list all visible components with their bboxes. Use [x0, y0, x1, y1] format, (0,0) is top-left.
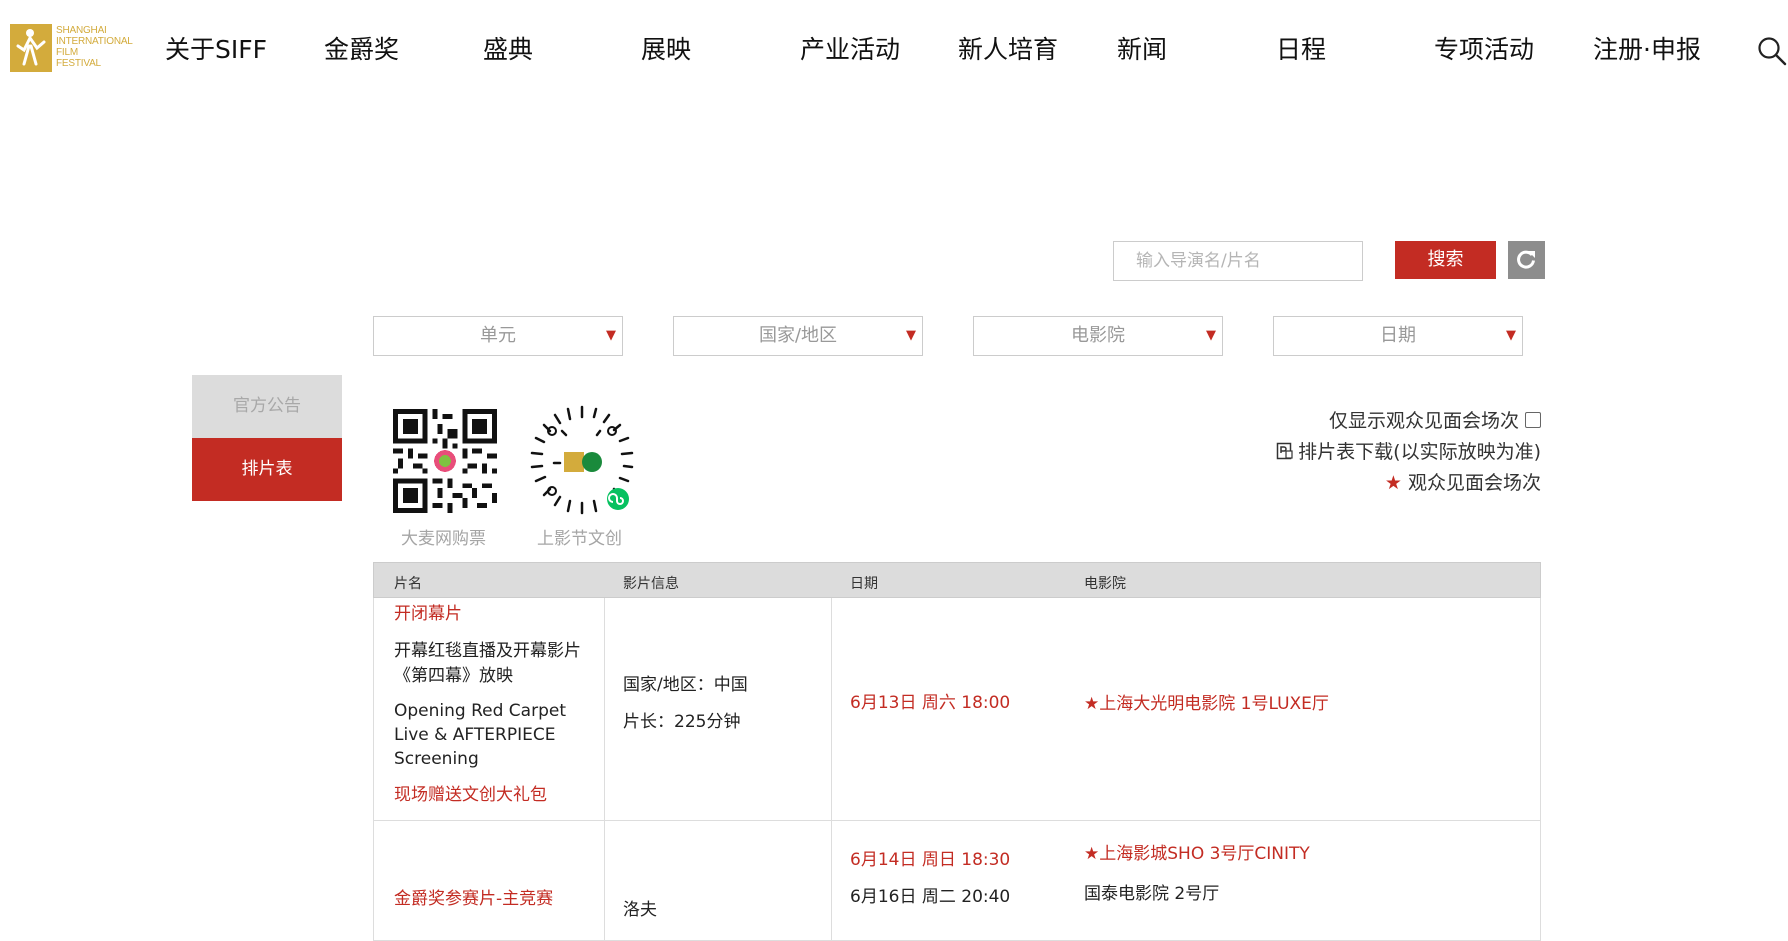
damai-qr-code	[393, 409, 497, 513]
download-schedule-link[interactable]: 排片表下载(以实际放映为准)	[1276, 437, 1541, 464]
filter-cinema[interactable]: 电影院 ▼	[973, 316, 1223, 356]
filter-country[interactable]: 国家/地区 ▼	[673, 316, 923, 356]
column-header-cinema: 电影院	[1084, 576, 1126, 592]
download-label: 排片表下载(以实际放映为准)	[1298, 441, 1541, 463]
search-icon[interactable]	[1757, 36, 1787, 66]
film-category[interactable]: 金爵奖参赛片-主竞赛	[394, 888, 553, 910]
star-icon: ★	[1384, 472, 1402, 494]
qr-label-damai: 大麦网购票	[401, 529, 486, 549]
filter-date-label: 日期	[1380, 325, 1416, 346]
logo-wordmark: SHANGHAI INTERNATIONAL FILM FESTIVAL	[56, 25, 133, 69]
top-navigation: SHANGHAI INTERNATIONAL FILM FESTIVAL 关于S…	[0, 0, 1788, 100]
filter-cinema-label: 电影院	[1071, 325, 1125, 346]
nav-item-screenings[interactable]: 展映	[641, 33, 691, 67]
filter-country-label: 国家/地区	[758, 325, 838, 346]
column-header-title: 片名	[394, 576, 422, 592]
film-title-en[interactable]: Opening Red Carpet Live & AFTERPIECE Scr…	[394, 699, 584, 771]
film-country: 国家/地区：中国	[623, 675, 748, 695]
film-length: 片长：225分钟	[623, 712, 741, 732]
filter-unit-label: 单元	[480, 325, 516, 346]
table-row[interactable]: 金爵奖参赛片-主竞赛 洛夫 6月14日 周日 18:30 6月16日 周二 20…	[373, 821, 1541, 941]
column-header-info: 影片信息	[623, 576, 679, 592]
legend-label: 观众见面会场次	[1407, 472, 1541, 494]
siff-logo-mark	[10, 24, 52, 72]
dropdown-arrow-icon: ▼	[606, 328, 616, 343]
screening-date[interactable]: 6月16日 周二 20:40	[850, 886, 1010, 908]
film-title-cn[interactable]: 开幕红毯直播及开幕影片《第四幕》放映	[394, 639, 584, 689]
audience-only-label: 仅显示观众见面会场次	[1328, 410, 1519, 432]
film-note: 现场赠送文创大礼包	[394, 785, 547, 805]
search-input[interactable]	[1113, 241, 1363, 281]
refresh-icon	[1517, 250, 1535, 269]
audience-only-option[interactable]: 仅显示观众见面会场次	[1329, 406, 1541, 433]
screening-date[interactable]: 6月13日 周六 18:00	[850, 692, 1010, 714]
nav-item-industry[interactable]: 产业活动	[800, 33, 900, 67]
nav-item-schedule[interactable]: 日程	[1276, 33, 1326, 67]
table-row[interactable]: 开闭幕片 开幕红毯直播及开幕影片《第四幕》放映 Opening Red Carp…	[373, 598, 1541, 821]
screening-cinema[interactable]: ★上海影城SHO 3号厅CINITY	[1084, 843, 1310, 865]
sidebar-item-schedule[interactable]: 排片表	[192, 438, 342, 501]
film-info-partial: 洛夫	[623, 900, 657, 920]
dropdown-arrow-icon: ▼	[1206, 328, 1216, 343]
search-button[interactable]: 搜索	[1395, 241, 1496, 279]
nav-item-register[interactable]: 注册·申报	[1593, 33, 1701, 67]
film-category[interactable]: 开闭幕片	[394, 603, 462, 625]
screening-cinema[interactable]: ★上海大光明电影院 1号LUXE厅	[1084, 693, 1329, 715]
nav-item-golden-goblet[interactable]: 金爵奖	[324, 33, 399, 67]
screening-cinema[interactable]: 国泰电影院 2号厅	[1084, 883, 1219, 905]
nav-item-talent[interactable]: 新人培育	[958, 33, 1058, 67]
filter-date[interactable]: 日期 ▼	[1273, 316, 1523, 356]
legend-audience-meeting: ★ 观众见面会场次	[1385, 468, 1541, 495]
qr-label-siff-shop: 上影节文创	[537, 529, 622, 549]
nav-item-about[interactable]: 关于SIFF	[165, 33, 267, 67]
nav-item-ceremony[interactable]: 盛典	[483, 33, 533, 67]
siff-miniprogram-code	[530, 405, 634, 515]
dropdown-arrow-icon: ▼	[1506, 328, 1516, 343]
sidebar-item-announcements[interactable]: 官方公告	[192, 375, 342, 438]
screening-date[interactable]: 6月14日 周日 18:30	[850, 849, 1010, 871]
filter-unit[interactable]: 单元 ▼	[373, 316, 623, 356]
pdf-document-icon	[1276, 442, 1293, 460]
table-header: 片名 影片信息 日期 电影院	[373, 562, 1541, 598]
refresh-button[interactable]	[1508, 241, 1545, 279]
column-header-date: 日期	[850, 576, 878, 592]
nav-item-special[interactable]: 专项活动	[1434, 33, 1534, 67]
dropdown-arrow-icon: ▼	[906, 328, 916, 343]
audience-only-checkbox[interactable]	[1525, 412, 1541, 428]
siff-logo[interactable]: SHANGHAI INTERNATIONAL FILM FESTIVAL	[10, 24, 144, 74]
nav-item-news[interactable]: 新闻	[1117, 33, 1167, 67]
